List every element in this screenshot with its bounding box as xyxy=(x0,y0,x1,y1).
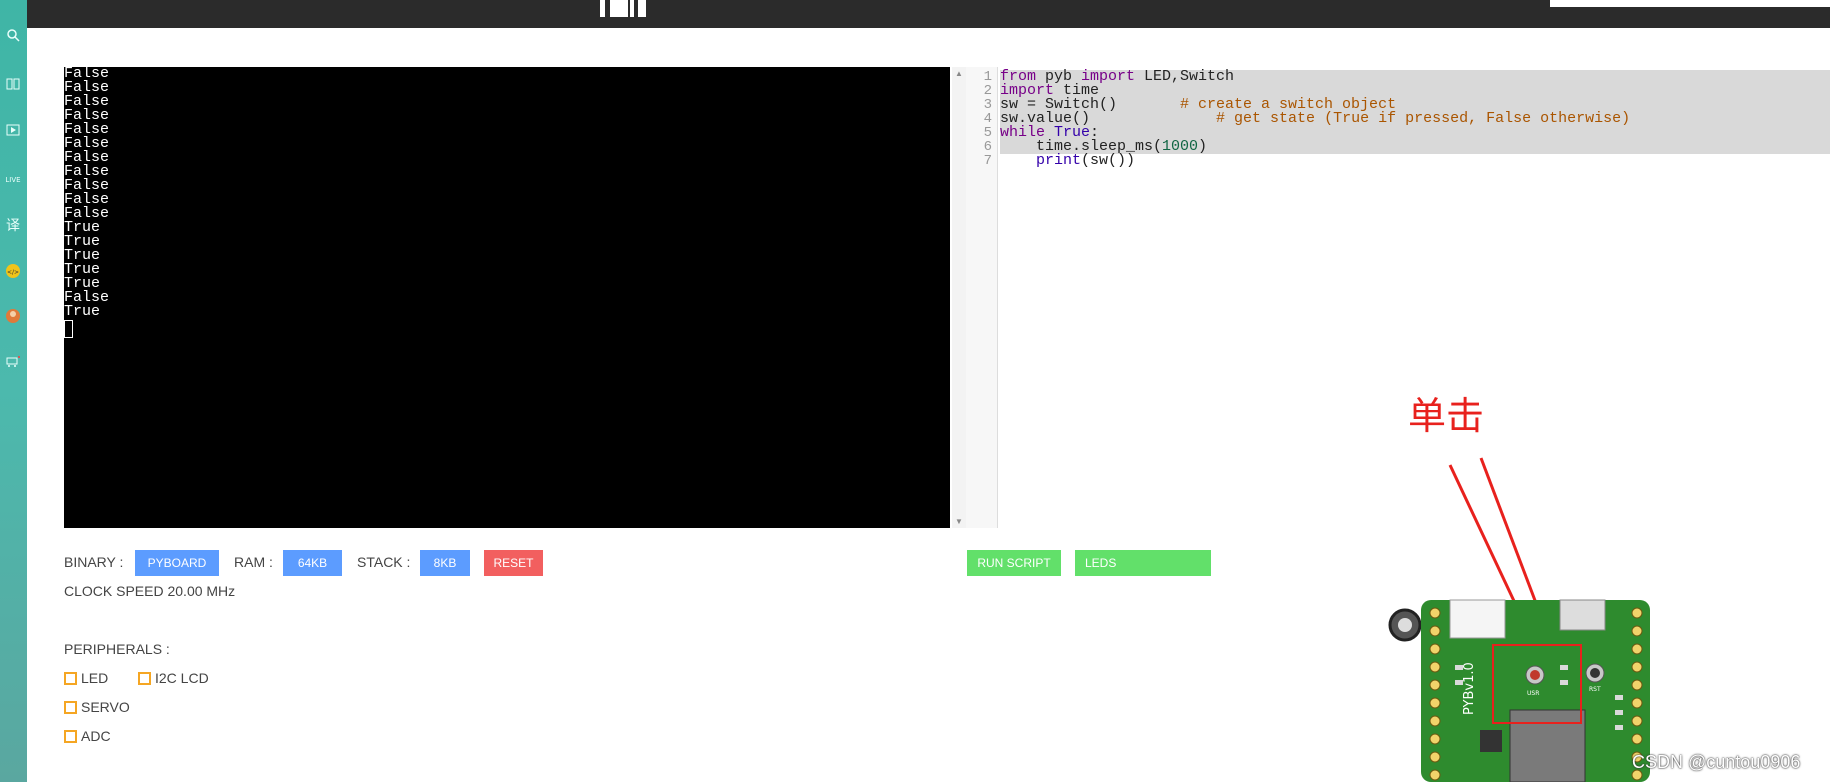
usr-label: USR xyxy=(1527,690,1539,697)
watermark: CSDN @cuntou0906 xyxy=(1632,752,1801,772)
pyboard-image[interactable]: PYBv1.0 USR RST xyxy=(1385,595,1650,782)
board-silkscreen: PYBv1.0 xyxy=(1462,662,1477,715)
rst-label: RST xyxy=(1589,686,1601,693)
